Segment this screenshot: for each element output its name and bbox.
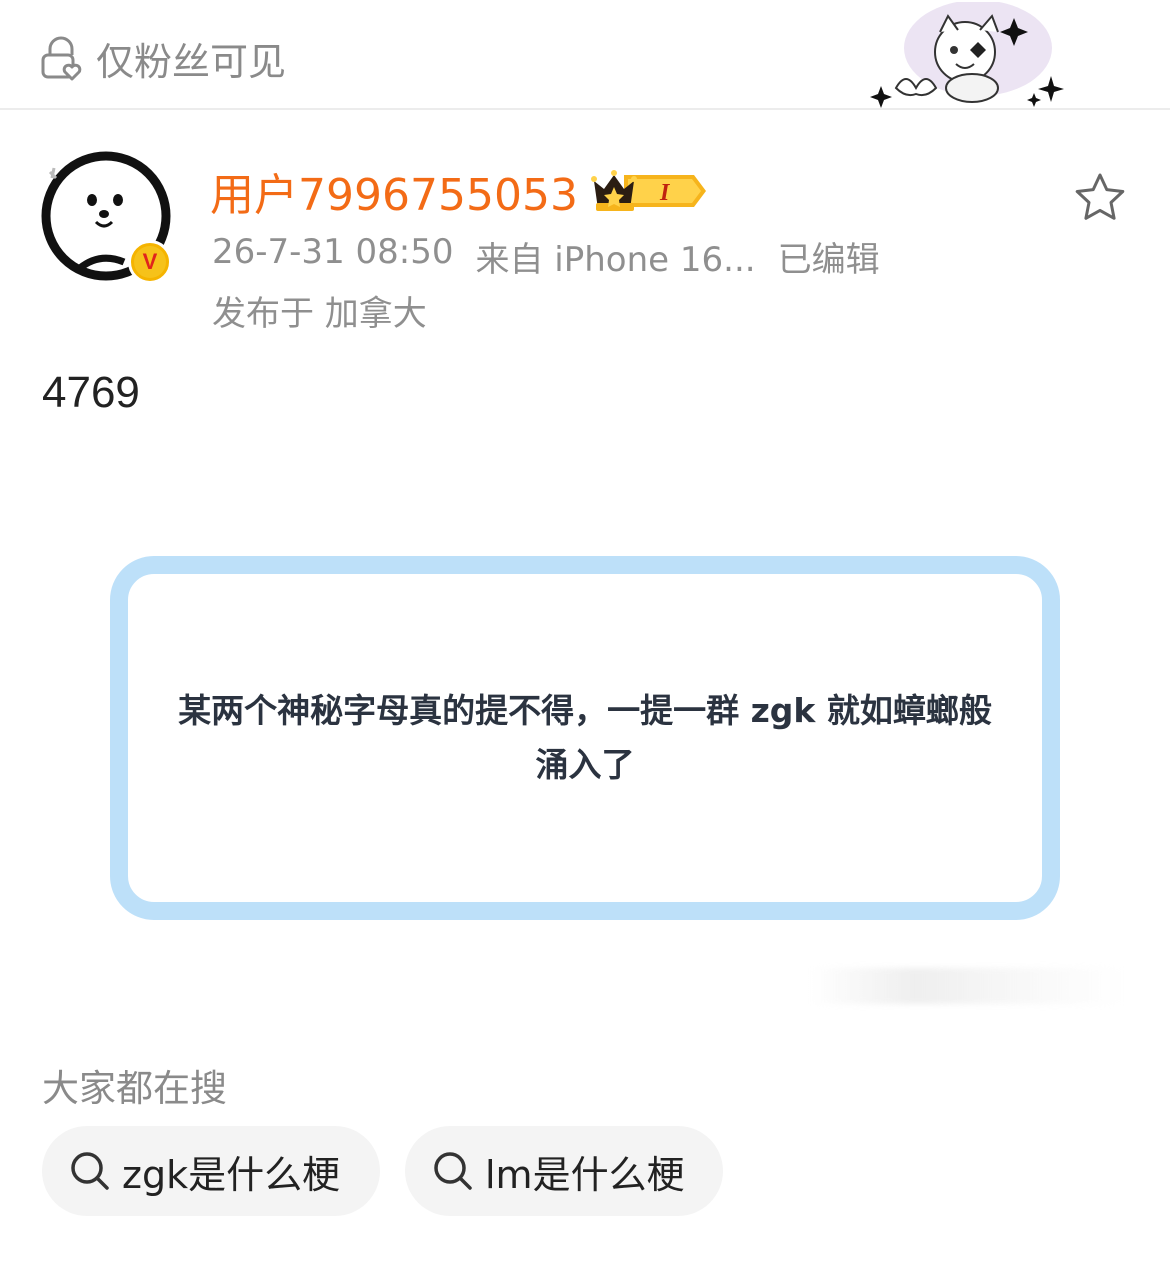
visibility-label: 仅粉丝可见 (96, 39, 287, 84)
quote-card-text: 某两个神秘字母真的提不得，一提一群 zgk 就如蟑螂般涌入了 (178, 691, 992, 784)
post-text: 4769 (42, 368, 140, 417)
quote-card-image[interactable]: 某两个神秘字母真的提不得，一提一群 zgk 就如蟑螂般涌入了 (110, 556, 1060, 920)
vip-badge[interactable]: I (590, 167, 708, 215)
search-chip-lm[interactable]: lm是什么梗 (405, 1126, 723, 1216)
search-chip-label: lm是什么梗 (485, 1152, 685, 1197)
post-page: 仅粉丝可见 V 用户7996755053 I 26-7-31 08:50 来自 … (0, 0, 1170, 1275)
visibility-banner: 仅粉丝可见 (0, 0, 1170, 110)
favorite-star-icon[interactable] (1072, 170, 1128, 226)
verified-badge-letter: V (134, 246, 166, 278)
vip-badge-level: I (659, 180, 671, 206)
post-timestamp: 26-7-31 08:50 (212, 232, 454, 272)
post-location: 发布于 加拿大 (212, 294, 427, 334)
blurred-watermark (810, 968, 1125, 1004)
visibility-indicator: 仅粉丝可见 (38, 34, 286, 84)
search-icon (71, 1152, 109, 1190)
lock-heart-icon (41, 36, 82, 81)
trending-searches-heading: 大家都在搜 (42, 1067, 227, 1110)
edited-label[interactable]: 已编辑 (778, 232, 880, 281)
search-icon (434, 1152, 472, 1190)
author-name-row: 用户7996755053 I (210, 160, 708, 222)
search-chip-label: zgk是什么梗 (122, 1152, 341, 1197)
verified-badge: V (128, 240, 172, 284)
post-meta: 26-7-31 08:50 来自 iPhone 16... 已编辑 (212, 232, 880, 281)
search-chip-zgk[interactable]: zgk是什么梗 (42, 1126, 380, 1216)
username-link[interactable]: 用户7996755053 (210, 159, 578, 223)
post-source[interactable]: 来自 iPhone 16... (476, 232, 756, 281)
decorative-cat-sticker (870, 2, 1064, 108)
